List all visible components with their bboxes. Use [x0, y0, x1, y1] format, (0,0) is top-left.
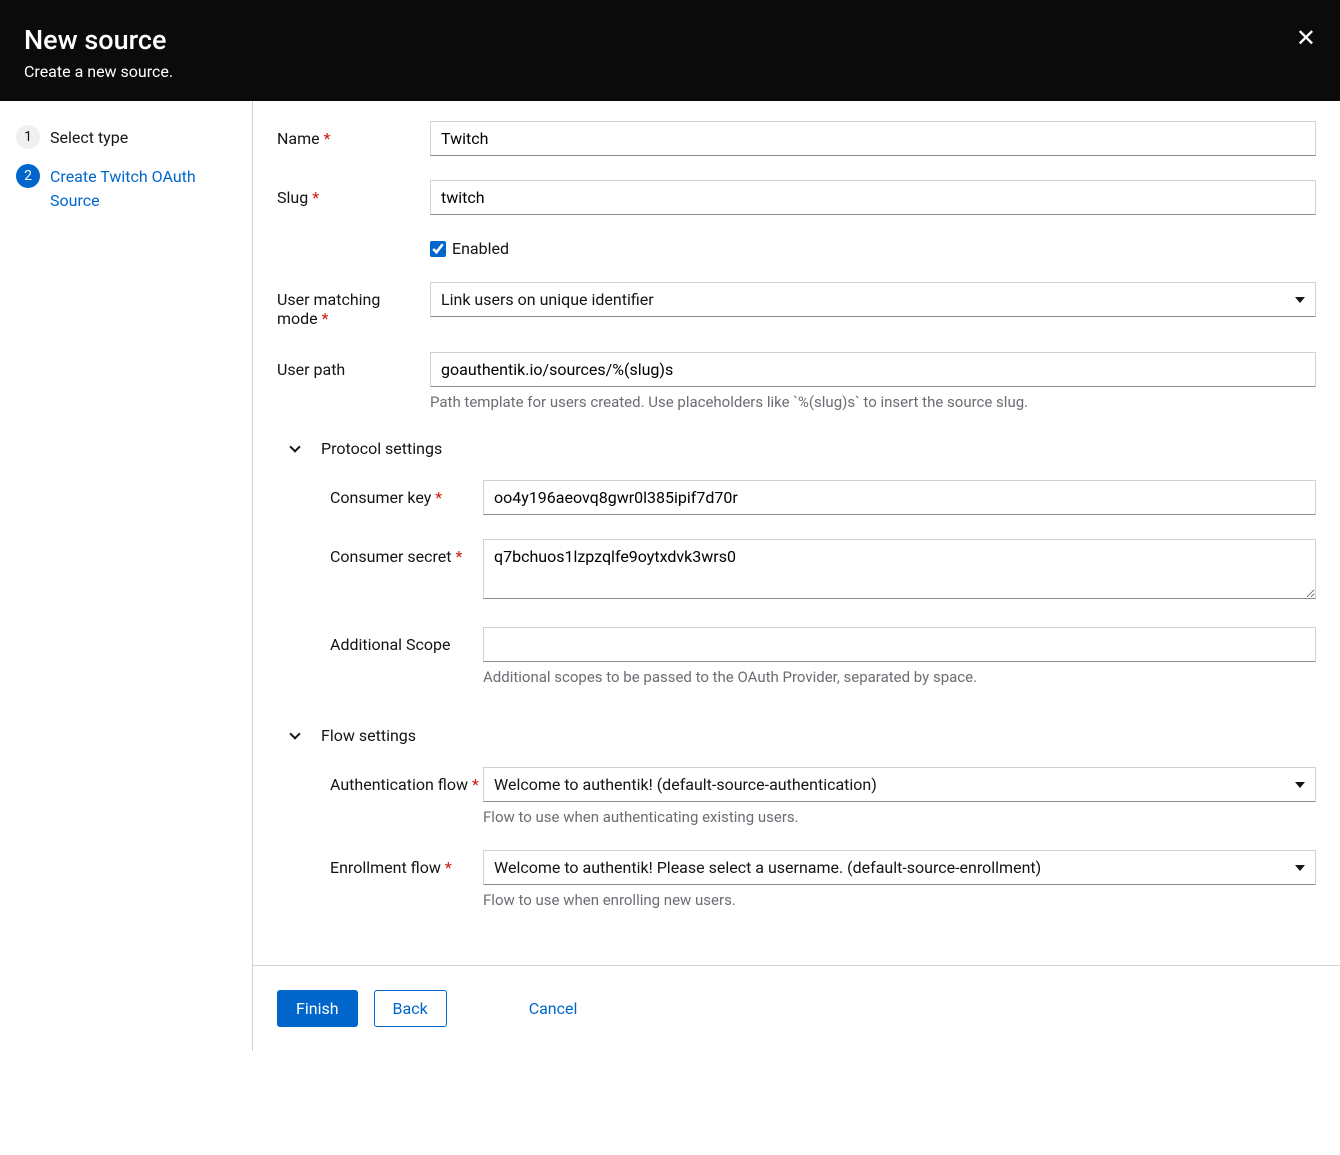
close-icon: ✕ [1296, 25, 1316, 52]
required-indicator: * [455, 547, 462, 566]
enabled-checkbox[interactable] [430, 241, 446, 257]
close-button[interactable]: ✕ [1296, 27, 1316, 51]
slug-input[interactable] [430, 180, 1316, 215]
step-label: Select type [50, 125, 128, 150]
user-path-label: User path [277, 352, 430, 379]
consumer-key-label: Consumer key* [330, 480, 483, 507]
slug-label: Slug* [277, 180, 430, 207]
required-indicator: * [445, 858, 452, 877]
user-path-input[interactable] [430, 352, 1316, 387]
modal-header: New source Create a new source. ✕ [0, 0, 1340, 101]
user-matching-label: User matching mode* [277, 282, 430, 328]
flow-section-toggle[interactable]: Flow settings [291, 726, 1316, 745]
required-indicator: * [324, 129, 331, 148]
consumer-secret-input[interactable] [483, 539, 1316, 599]
name-label: Name* [277, 121, 430, 148]
authentication-flow-select[interactable]: Welcome to authentik! (default-source-au… [483, 767, 1316, 802]
enrollment-flow-help: Flow to use when enrolling new users. [483, 891, 1316, 909]
required-indicator: * [435, 488, 442, 507]
chevron-down-icon [289, 441, 300, 452]
authentication-flow-help: Flow to use when authenticating existing… [483, 808, 1316, 826]
enrollment-flow-label: Enrollment flow* [330, 850, 483, 877]
back-button[interactable]: Back [374, 990, 447, 1027]
user-matching-select[interactable]: Link users on unique identifier [430, 282, 1316, 317]
chevron-down-icon [289, 728, 300, 739]
additional-scope-input[interactable] [483, 627, 1316, 662]
wizard-sidebar: 1 Select type 2 Create Twitch OAuth Sour… [0, 101, 253, 1051]
enrollment-flow-select[interactable]: Welcome to authentik! Please select a us… [483, 850, 1316, 885]
wizard-footer: Finish Back Cancel [253, 965, 1340, 1051]
required-indicator: * [472, 775, 479, 794]
enabled-label: Enabled [452, 239, 509, 258]
form-main: Name* Slug* Enabled User matching mode* … [253, 101, 1340, 965]
protocol-section-toggle[interactable]: Protocol settings [291, 439, 1316, 458]
consumer-key-input[interactable] [483, 480, 1316, 515]
additional-scope-label: Additional Scope [330, 627, 483, 654]
chevron-down-icon [1295, 297, 1305, 303]
required-indicator: * [322, 309, 329, 328]
step-number: 2 [16, 164, 40, 188]
consumer-secret-label: Consumer secret* [330, 539, 483, 566]
user-path-help: Path template for users created. Use pla… [430, 393, 1316, 411]
finish-button[interactable]: Finish [277, 990, 358, 1027]
wizard-step-select-type[interactable]: 1 Select type [16, 125, 236, 150]
name-input[interactable] [430, 121, 1316, 156]
wizard-step-create-source[interactable]: 2 Create Twitch OAuth Source [16, 164, 236, 213]
required-indicator: * [312, 188, 319, 207]
additional-scope-help: Additional scopes to be passed to the OA… [483, 668, 1316, 686]
modal-title: New source [24, 24, 1316, 56]
chevron-down-icon [1295, 865, 1305, 871]
modal-subtitle: Create a new source. [24, 62, 1316, 81]
chevron-down-icon [1295, 782, 1305, 788]
step-number: 1 [16, 125, 40, 149]
authentication-flow-label: Authentication flow* [330, 767, 483, 794]
step-label: Create Twitch OAuth Source [50, 164, 236, 213]
cancel-button[interactable]: Cancel [511, 991, 596, 1026]
